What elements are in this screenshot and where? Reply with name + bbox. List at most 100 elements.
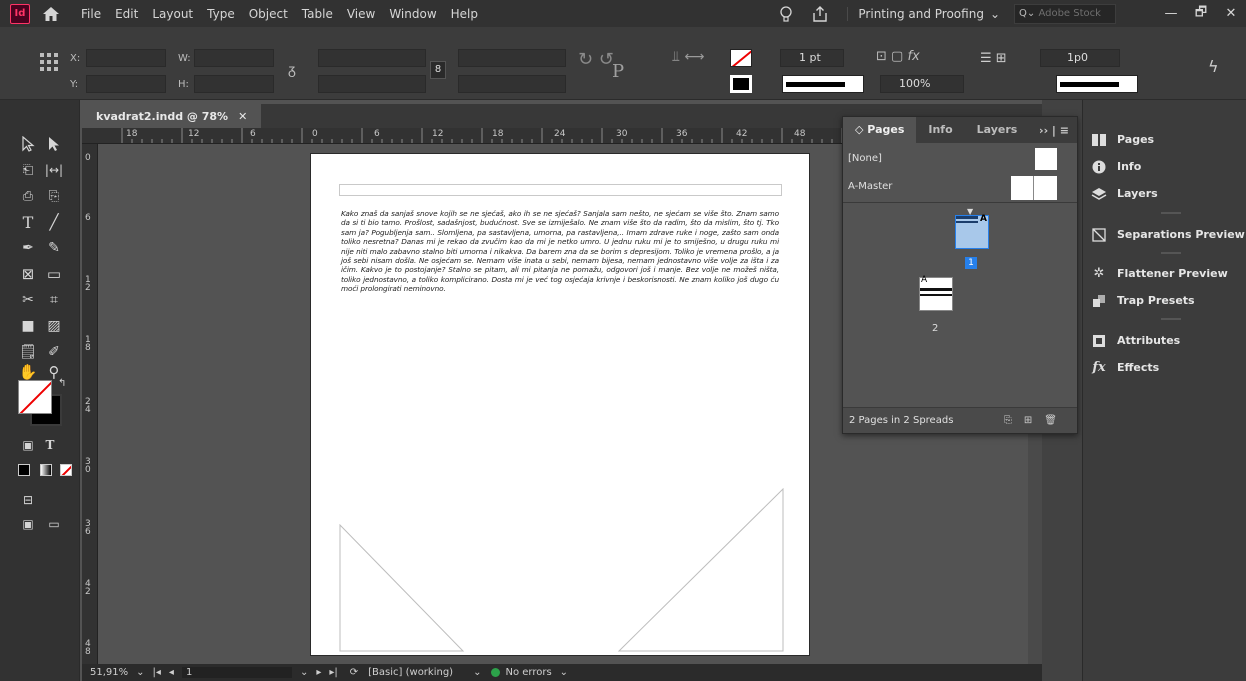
rectangle-frame-tool-icon[interactable]: ⊠ — [18, 264, 38, 284]
page-1-number[interactable]: 1 — [965, 257, 977, 269]
apply-none-icon[interactable] — [56, 460, 76, 480]
swap-fill-stroke-icon[interactable]: ↰ — [58, 378, 66, 389]
frame-fitting-icons[interactable]: ⊡ ▢ fx — [876, 49, 920, 64]
dock-item-layers[interactable]: Layers — [1083, 180, 1246, 207]
edit-page-size-icon[interactable]: ⎘ — [1004, 415, 1012, 426]
body-text-frame[interactable]: Kako znaš da sanjaš snove kojih se ne sj… — [341, 209, 779, 294]
text-wrap-icons[interactable]: ☰ ⊞ — [980, 51, 1007, 66]
formatting-text-icon[interactable]: T — [40, 435, 60, 455]
content-collector-icon[interactable]: ⎙ — [18, 186, 38, 206]
menu-window[interactable]: Window — [382, 7, 443, 21]
menu-edit[interactable]: Edit — [108, 7, 145, 21]
direct-selection-tool-icon[interactable] — [44, 134, 64, 154]
selection-tool-icon[interactable] — [18, 134, 38, 154]
dock-item-pages[interactable]: Pages — [1083, 126, 1246, 153]
lightbulb-icon[interactable] — [775, 3, 797, 25]
style-selector[interactable] — [1056, 75, 1138, 93]
note-tool-icon[interactable]: 🗒 — [18, 342, 38, 362]
stroke-swatch[interactable] — [730, 75, 752, 93]
minimize-button[interactable]: — — [1156, 6, 1186, 21]
rotation-field[interactable] — [458, 49, 566, 67]
restore-button[interactable]: 🗗 — [1186, 3, 1216, 25]
a-master-row[interactable]: A-Master — [843, 173, 1077, 201]
menu-file[interactable]: File — [74, 7, 108, 21]
pencil-tool-icon[interactable]: ✎ — [44, 238, 64, 258]
dock-item-effects[interactable]: fx Effects — [1083, 354, 1246, 381]
apply-gradient-icon[interactable] — [36, 460, 56, 480]
eyedropper-tool-icon[interactable]: ✐ — [44, 342, 64, 362]
panel-menu-icon[interactable]: ›› | ≡ — [1039, 124, 1069, 137]
menu-type[interactable]: Type — [200, 7, 242, 21]
open-page-icon[interactable]: ⟳ — [350, 667, 358, 678]
scale-y-field[interactable] — [318, 75, 426, 93]
page-2-number[interactable]: 2 — [932, 323, 938, 334]
adobe-stock-search[interactable]: Q⌄ Adobe Stock — [1014, 3, 1116, 24]
scissors-tool-icon[interactable]: ✂ — [18, 290, 38, 310]
document-page[interactable]: Kako znaš da sanjaš snove kojih se ne sj… — [310, 153, 810, 656]
share-icon[interactable] — [809, 3, 831, 25]
none-master-row[interactable]: [None] — [843, 145, 1077, 173]
tab-info[interactable]: Info — [916, 117, 964, 143]
workspace-switcher[interactable]: Printing and Proofing ⌄ — [847, 6, 1000, 21]
preview-mode-icon[interactable]: ▭ — [44, 514, 64, 534]
gap-tool-icon[interactable]: |↔| — [44, 160, 64, 180]
column-gutter-field[interactable]: 1p0 — [1040, 49, 1120, 67]
gradient-feather-tool-icon[interactable]: ▨ — [44, 316, 64, 336]
close-button[interactable]: ✕ — [1216, 6, 1246, 21]
close-tab-icon[interactable]: ✕ — [238, 110, 247, 123]
new-page-icon[interactable]: ⊞ — [1024, 415, 1032, 426]
apply-color-icon[interactable] — [14, 460, 34, 480]
y-field[interactable] — [86, 75, 166, 93]
fill-swatch[interactable] — [730, 49, 752, 67]
normal-view-icon[interactable]: ▣ — [18, 514, 38, 534]
stroke-weight-field[interactable]: 1 pt — [780, 49, 844, 67]
tab-layers[interactable]: Layers — [965, 117, 1030, 143]
menu-object[interactable]: Object — [242, 7, 295, 21]
page-number-field[interactable]: 1 — [181, 667, 292, 678]
gradient-swatch-tool-icon[interactable]: ■ — [18, 316, 38, 336]
rectangle-tool-icon[interactable]: ▭ — [44, 264, 64, 284]
home-icon[interactable] — [42, 5, 60, 23]
dock-item-attributes[interactable]: Attributes — [1083, 327, 1246, 354]
lightning-icon[interactable]: ϟ — [1208, 57, 1219, 76]
rotate-icon[interactable]: ↻ ↺ — [578, 49, 614, 70]
reference-point-icon[interactable] — [40, 53, 58, 74]
tab-pages[interactable]: ◇ Pages — [843, 117, 917, 143]
menu-view[interactable]: View — [340, 7, 382, 21]
page-2-thumb[interactable]: A — [919, 275, 953, 311]
vertical-ruler[interactable]: 0 6 1 2 1 8 2 4 3 0 3 6 4 2 4 8 — [82, 144, 98, 664]
page-tool-icon[interactable]: ⎗ — [18, 160, 38, 180]
constrain-proportions-icon[interactable]: ᵹ — [288, 61, 296, 78]
dock-item-trap-presets[interactable]: Trap Presets — [1083, 287, 1246, 314]
scale-x-field[interactable] — [318, 49, 426, 67]
align-icons[interactable]: ⫫ ⟷ — [672, 49, 704, 65]
next-page-icon[interactable]: ▸ — [316, 667, 321, 678]
x-field[interactable] — [86, 49, 166, 67]
free-transform-tool-icon[interactable]: ⌗ — [44, 290, 64, 310]
selection-container-icon[interactable]: P — [612, 61, 624, 82]
chevron-down-icon[interactable]: ⌄ — [560, 667, 568, 678]
menu-help[interactable]: Help — [444, 7, 485, 21]
chevron-down-icon[interactable]: ⌄ — [473, 667, 481, 678]
triangle-right-shape[interactable] — [617, 488, 785, 652]
delete-page-icon[interactable]: 🗑 — [1044, 415, 1057, 426]
preflight-errors[interactable]: No errors — [505, 667, 551, 678]
shear-field[interactable] — [458, 75, 566, 93]
pen-tool-icon[interactable]: ✒ — [18, 238, 38, 258]
dock-item-flattener-preview[interactable]: ✲ Flattener Preview — [1083, 260, 1246, 287]
first-page-icon[interactable]: |◂ — [153, 667, 161, 678]
menu-table[interactable]: Table — [295, 7, 340, 21]
line-tool-icon[interactable]: ╱ — [44, 212, 64, 232]
fill-box[interactable] — [18, 380, 52, 414]
screen-mode-icon[interactable]: ⊟ — [18, 490, 38, 510]
zoom-level[interactable]: 51,91% — [90, 667, 128, 678]
opacity-field[interactable]: 100% — [880, 75, 964, 93]
empty-text-frame[interactable] — [339, 184, 782, 196]
chevron-down-icon[interactable]: ⌄ — [300, 667, 308, 678]
page-1-thumb[interactable]: A — [955, 214, 989, 249]
chevron-down-icon[interactable]: ⌄ — [136, 667, 144, 678]
fill-stroke-widget[interactable]: ↰ — [18, 378, 66, 430]
menu-layout[interactable]: Layout — [145, 7, 200, 21]
previous-page-icon[interactable]: ◂ — [169, 667, 174, 678]
scale-lock-icon[interactable]: 8 — [430, 61, 446, 79]
